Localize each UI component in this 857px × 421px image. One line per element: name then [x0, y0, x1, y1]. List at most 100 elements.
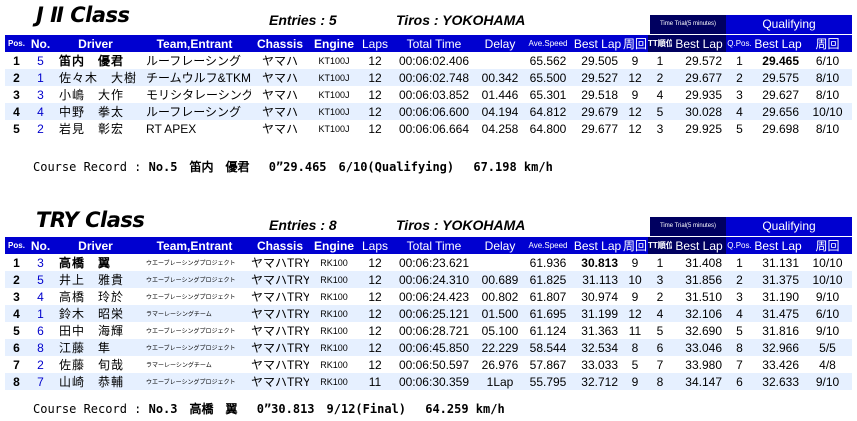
- column-header: TT順位: [648, 237, 672, 254]
- ave-speed-cell: 65.500: [523, 69, 573, 86]
- header-row: Pos. No. Driver Team,Entrant Chassis Engine La…: [5, 237, 852, 254]
- chassis-cell: ヤマハTRY: [251, 322, 309, 339]
- team-cell: ラマーレーシングチーム: [138, 305, 251, 322]
- tt-best-lap-cell: 29.677: [672, 69, 726, 86]
- q-round-cell: 10/10: [803, 254, 852, 271]
- chassis-cell: ヤマハTRY: [251, 373, 309, 390]
- total-time-cell: 00:06:50.597: [391, 356, 477, 373]
- ave-speed-cell: 57.867: [523, 356, 573, 373]
- engine-cell: RK100: [309, 356, 359, 373]
- best-lap-round-cell: 8: [622, 339, 648, 356]
- column-header: Chassis: [251, 35, 309, 52]
- column-header: Laps: [359, 35, 391, 52]
- total-time-cell: 00:06:02.406: [391, 52, 477, 69]
- tt-pos-cell: 7: [648, 356, 672, 373]
- driver-cell: 鈴木 昭栄: [53, 305, 138, 322]
- best-lap-round-cell: 9: [622, 86, 648, 103]
- q-best-lap-cell: 33.426: [753, 356, 803, 373]
- chassis-cell: ヤマハTRY: [251, 271, 309, 288]
- total-time-cell: 00:06:02.748: [391, 69, 477, 86]
- car-no-cell: 1: [28, 305, 53, 322]
- delay-cell: 22.229: [477, 339, 523, 356]
- best-lap-cell: 31.113: [573, 271, 622, 288]
- q-pos-cell: 1: [726, 52, 753, 69]
- results-table: Pos. No. Driver Team,Entrant Chassis Engine La…: [5, 35, 852, 137]
- delay-cell: 1Lap: [477, 373, 523, 390]
- tt-best-lap-cell: 34.147: [672, 373, 726, 390]
- total-time-cell: 00:06:23.621: [391, 254, 477, 271]
- chassis-cell: ヤマハ: [251, 103, 309, 120]
- column-header: No.: [28, 35, 53, 52]
- best-lap-round-cell: 12: [622, 103, 648, 120]
- ave-speed-cell: 61.936: [523, 254, 573, 271]
- result-row: 1 3 高橋 翼ウエーブレーシングプロジェクト ヤマハTRY RK100 12 00:06:…: [5, 254, 852, 271]
- engine-cell: KT100J: [309, 103, 359, 120]
- best-lap-round-cell: 9: [622, 254, 648, 271]
- laps-cell: 12: [359, 69, 391, 86]
- column-header: Engine: [309, 237, 359, 254]
- driver-cell: 中野 拳太: [53, 103, 138, 120]
- best-lap-cell: 29.677: [573, 120, 622, 137]
- q-round-cell: 10/10: [803, 271, 852, 288]
- ave-speed-cell: 65.562: [523, 52, 573, 69]
- laps-cell: 12: [359, 271, 391, 288]
- total-time-cell: 00:06:25.121: [391, 305, 477, 322]
- total-time-cell: 00:06:30.359: [391, 373, 477, 390]
- laps-cell: 12: [359, 254, 391, 271]
- q-best-lap-cell: 29.627: [753, 86, 803, 103]
- result-row: 6 8 江藤 隼ウエーブレーシングプロジェクト ヤマハTRY RK100 12 00:06:…: [5, 339, 852, 356]
- q-best-lap-cell: 31.816: [753, 322, 803, 339]
- q-round-cell: 9/10: [803, 322, 852, 339]
- column-header: TT順位: [648, 35, 672, 52]
- tire-brand: Tiros : YOKOHAMA: [396, 217, 526, 233]
- car-no-cell: 5: [28, 271, 53, 288]
- best-lap-round-cell: 9: [622, 52, 648, 69]
- time-trial-header: Time Trial(5 minutes): [650, 217, 726, 236]
- best-lap-cell: 30.813: [573, 254, 622, 271]
- delay-cell: 26.976: [477, 356, 523, 373]
- team-cell: ウエーブレーシングプロジェクト: [138, 271, 251, 288]
- q-round-cell: 6/10: [803, 305, 852, 322]
- laps-cell: 11: [359, 373, 391, 390]
- team-cell: ルーフレーシング: [138, 103, 251, 120]
- driver-cell: 田中 海輝: [53, 322, 138, 339]
- car-no-cell: 1: [28, 69, 53, 86]
- driver-cell: 江藤 隼: [53, 339, 138, 356]
- column-header: Best Lap: [753, 237, 803, 254]
- q-pos-cell: 6: [726, 373, 753, 390]
- best-lap-round-cell: 9: [622, 288, 648, 305]
- ave-speed-cell: 61.807: [523, 288, 573, 305]
- total-time-cell: 00:06:03.852: [391, 86, 477, 103]
- column-header: Ave.Speed: [523, 237, 573, 254]
- delay-cell: 05.100: [477, 322, 523, 339]
- result-row: 8 7 山崎 恭輔 ウエーブレーシングプロジェクト ヤマハTRY RK100 11 00:06…: [5, 373, 852, 390]
- car-no-cell: 7: [28, 373, 53, 390]
- laps-cell: 12: [359, 356, 391, 373]
- tt-pos-cell: 5: [648, 103, 672, 120]
- team-cell: チームウルフ&TKM: [138, 69, 251, 86]
- chassis-cell: ヤマハTRY: [251, 339, 309, 356]
- result-row: 2 5 井上 雅貴 ウエーブレーシングプロジェクト ヤマハTRY RK100 12 00:06…: [5, 271, 852, 288]
- tt-pos-cell: 2: [648, 288, 672, 305]
- engine-cell: RK100: [309, 305, 359, 322]
- laps-cell: 12: [359, 339, 391, 356]
- car-no-cell: 8: [28, 339, 53, 356]
- column-header: Team,Entrant: [138, 35, 251, 52]
- course-record-label: Course Record :: [33, 402, 142, 416]
- q-best-lap-cell: 31.190: [753, 288, 803, 305]
- delay-cell: 04.194: [477, 103, 523, 120]
- q-best-lap-cell: 29.656: [753, 103, 803, 120]
- delay-cell: 00.689: [477, 271, 523, 288]
- column-header: Best Lap: [753, 35, 803, 52]
- q-pos-cell: 4: [726, 103, 753, 120]
- tt-pos-cell: 8: [648, 373, 672, 390]
- pos-cell: 3: [5, 288, 28, 305]
- pos-cell: 2: [5, 271, 28, 288]
- team-cell: モリシタレーシング: [138, 86, 251, 103]
- laps-cell: 12: [359, 52, 391, 69]
- delay-cell: 04.258: [477, 120, 523, 137]
- car-no-cell: 5: [28, 52, 53, 69]
- column-header: 周回: [622, 35, 648, 52]
- team-cell: ラマーレーシングチーム: [138, 356, 251, 373]
- column-header: Best Lap: [573, 35, 622, 52]
